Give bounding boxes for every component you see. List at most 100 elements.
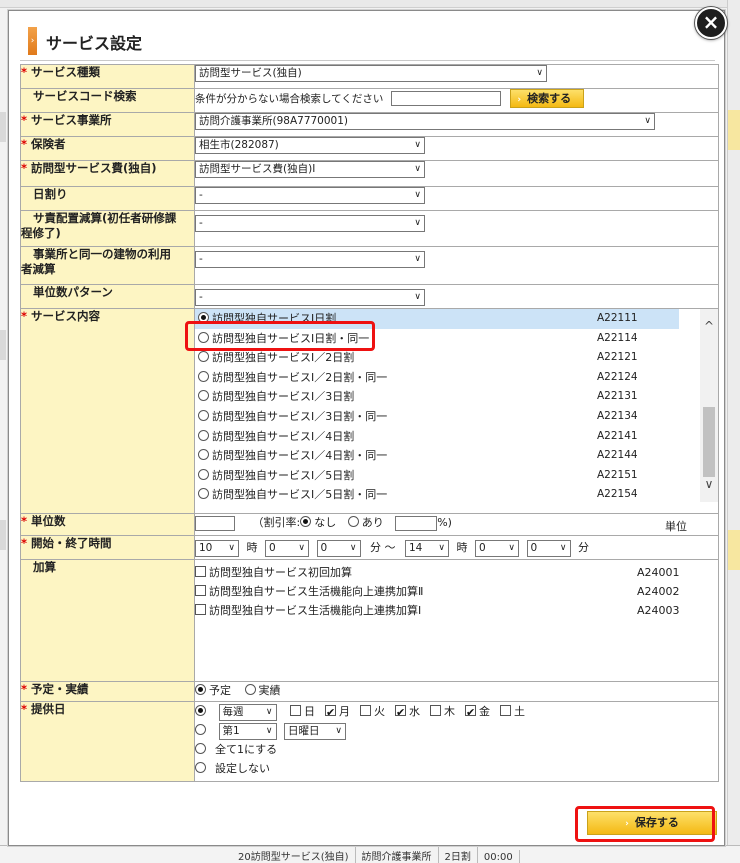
chevron-down-icon: ∨ [228, 542, 235, 553]
end-hour-select[interactable]: 14 ∨ [405, 539, 449, 557]
service-option[interactable]: 訪問型独自サービスⅠ／3日割・同一 A22134 [195, 407, 679, 427]
chevron-down-icon: ∨ [349, 542, 357, 553]
additions-label: 加算 [20, 559, 195, 682]
scroll-down-icon[interactable]: ∨ [700, 477, 718, 493]
frequency-select[interactable]: 毎週 ∨ [218, 703, 277, 721]
service-option-code: A22144 [597, 449, 638, 462]
background-left-strip [0, 330, 6, 360]
nth-select[interactable]: 第1 ∨ [218, 722, 277, 740]
start-hour-select[interactable]: 10 ∨ [195, 539, 239, 557]
service-option-radio[interactable] [198, 488, 209, 500]
service-option-radio[interactable] [198, 351, 209, 363]
chevron-down-icon: ∨ [414, 292, 421, 302]
service-content-label: * サービス内容 [20, 308, 195, 514]
service-option-name: 訪問型独自サービスⅠ／3日割・同一 [212, 409, 388, 423]
background-cell: 20訪問型サービス(独自) [232, 846, 356, 863]
service-option-code: A22141 [597, 429, 638, 442]
weekday-select[interactable]: 日曜日 ∨ [284, 722, 346, 740]
weekday-label: 月 [339, 705, 350, 718]
end-min-tens-select[interactable]: 0 ∨ [475, 539, 519, 557]
service-type-select[interactable]: 訪問型サービス(独自) ∨ [195, 65, 547, 82]
scroll-thumb[interactable] [703, 407, 715, 477]
weekday-checkbox[interactable] [325, 703, 336, 722]
list-scrollbar[interactable]: ^ ∨ [700, 309, 718, 502]
addition-checkbox[interactable] [195, 604, 206, 615]
service-option-code: A22114 [597, 331, 638, 344]
weekly-radio[interactable] [195, 705, 206, 716]
service-option-radio[interactable] [198, 390, 209, 402]
all-one-radio[interactable] [195, 743, 206, 754]
title-marker-icon: › [28, 27, 37, 55]
plan-radio[interactable] [195, 684, 206, 695]
addition-item: 訪問型独自サービス生活機能向上連携加算Ⅱ A24002 [195, 582, 718, 601]
actual-radio[interactable] [244, 684, 256, 695]
service-option[interactable]: 訪問型独自サービスⅠ／2日割 A22121 [195, 348, 679, 368]
discount-yes-radio[interactable] [347, 516, 359, 527]
insurer-select[interactable]: 相生市(282087) ∨ [195, 137, 425, 154]
start-min-ones-select[interactable]: 0 ∨ [316, 539, 361, 557]
background-left-strip [0, 112, 6, 142]
service-option-radio[interactable] [198, 449, 209, 461]
unit-pattern-select[interactable]: - ∨ [195, 289, 425, 306]
sa-reduction-select[interactable]: - ∨ [195, 215, 425, 232]
chevron-down-icon: ∨ [508, 542, 515, 553]
service-option[interactable]: 訪問型独自サービスⅠ／5日割・同一 A22154 [195, 485, 679, 505]
weekday-label: 日 [304, 705, 315, 718]
save-button-highlight [575, 806, 715, 842]
chevron-down-icon: ∨ [265, 706, 273, 717]
start-min-tens-select[interactable]: 0 ∨ [265, 539, 309, 557]
close-icon[interactable]: × [695, 7, 727, 39]
weekday-checkbox[interactable] [430, 705, 441, 716]
no-setting-radio[interactable] [195, 762, 206, 773]
weekday-checkbox[interactable] [290, 705, 301, 716]
chevron-down-icon: ∨ [536, 68, 543, 78]
addition-code: A24003 [637, 604, 680, 617]
provision-day-label: * 提供日 [20, 701, 195, 782]
units-label: * 単位数 [20, 513, 195, 536]
chevron-down-icon: ∨ [414, 218, 421, 228]
discount-none-radio[interactable] [300, 516, 312, 527]
provider-select[interactable]: 訪問介護事業所(98A7770001) ∨ [195, 113, 655, 130]
chevron-down-icon: ∨ [559, 542, 567, 553]
weekday-checkbox[interactable] [465, 703, 476, 722]
weekday-checkboxes: 日月火水木金土 [280, 703, 525, 722]
units-input[interactable] [195, 515, 235, 531]
addition-code: A24002 [637, 585, 680, 598]
weekday-checkbox[interactable] [500, 705, 511, 716]
addition-name: 訪問型独自サービス生活機能向上連携加算Ⅰ [209, 604, 422, 617]
service-option-radio[interactable] [198, 370, 209, 382]
service-option-code: A22134 [597, 409, 638, 422]
service-option-name: 訪問型独自サービスⅠ／2日割・同一 [212, 370, 388, 384]
addition-checkbox[interactable] [195, 585, 206, 596]
additions-list: 訪問型独自サービス初回加算 A24001 訪問型独自サービス生活機能向上連携加算Ⅱ A… [194, 559, 719, 682]
weekday-label: 水 [409, 705, 420, 718]
visit-fee-select[interactable]: 訪問型サービス費(独自)Ⅰ ∨ [195, 161, 425, 178]
service-option[interactable]: 訪問型独自サービスⅠ／2日割・同一 A22124 [195, 368, 679, 388]
end-min-ones-select[interactable]: 0 ∨ [526, 539, 571, 557]
addition-code: A24001 [637, 566, 680, 579]
service-option[interactable]: 訪問型独自サービスⅠ／4日割・同一 A22144 [195, 446, 679, 466]
chevron-down-icon: ∨ [644, 116, 651, 126]
daily-select[interactable]: - ∨ [195, 187, 425, 204]
addition-checkbox[interactable] [195, 566, 206, 577]
chevron-down-icon: ∨ [414, 164, 421, 174]
weekday-checkbox[interactable] [395, 703, 406, 722]
scroll-up-icon[interactable]: ^ [700, 319, 718, 335]
unit-suffix: 単位 [665, 520, 687, 533]
service-code-input[interactable] [390, 91, 501, 106]
service-option-radio[interactable] [198, 409, 209, 421]
nth-week-radio[interactable] [195, 724, 206, 735]
search-button[interactable]: › 検索する [510, 89, 585, 108]
same-building-select[interactable]: - ∨ [195, 251, 425, 268]
service-option[interactable]: 訪問型独自サービスⅠ／4日割 A22141 [195, 427, 679, 447]
unit-pattern-label: 単位数パターン [20, 284, 195, 309]
service-option[interactable]: 訪問型独自サービスⅠ／3日割 A22131 [195, 387, 679, 407]
weekday-checkbox[interactable] [360, 705, 371, 716]
service-option-radio[interactable] [198, 429, 209, 441]
service-option-code: A22151 [597, 468, 638, 481]
service-option[interactable]: 訪問型独自サービスⅠ／5日割 A22151 [195, 466, 679, 486]
background-cell: 00:00 [478, 850, 520, 863]
service-option-radio[interactable] [198, 468, 209, 480]
background-left-strip [0, 520, 6, 550]
discount-rate-input[interactable] [395, 515, 438, 531]
